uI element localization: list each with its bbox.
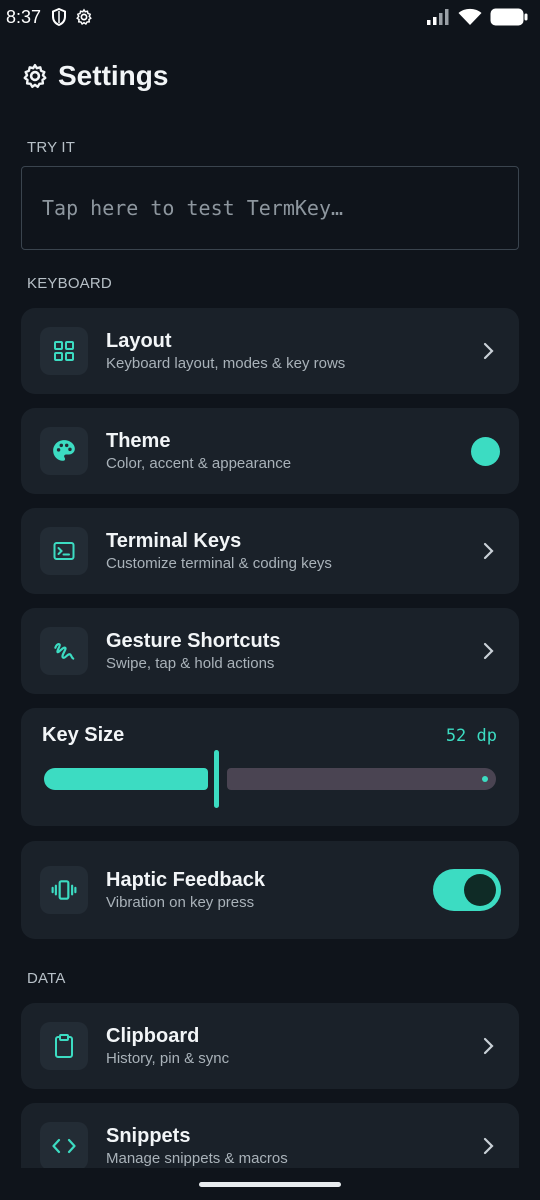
- accent-color-swatch: [471, 436, 500, 466]
- terminal-icon: [53, 542, 75, 560]
- gesture-icon: [54, 643, 75, 660]
- settings-item-terminal-keys[interactable]: Terminal Keys Customize terminal & codin…: [21, 508, 519, 594]
- settings-item-clipboard[interactable]: Clipboard History, pin & sync: [21, 1003, 519, 1089]
- signal-icon: [427, 9, 449, 25]
- chevron-right-icon: [483, 1037, 494, 1055]
- layout-subtitle: Keyboard layout, modes & key rows: [106, 355, 346, 372]
- terminal-keys-title: Terminal Keys: [106, 530, 242, 552]
- section-label-data: DATA: [27, 970, 66, 987]
- slider-stop-indicator: [482, 776, 488, 782]
- test-input[interactable]: [21, 166, 519, 250]
- toggle-knob: [464, 874, 496, 906]
- status-bar: 8:37: [0, 0, 540, 34]
- layout-title: Layout: [106, 330, 172, 352]
- vibration-icon: [51, 880, 77, 900]
- settings-item-haptic-feedback[interactable]: Haptic Feedback Vibration on key press: [21, 841, 519, 939]
- clipboard-title: Clipboard: [106, 1025, 200, 1047]
- snippets-subtitle: Manage snippets & macros: [106, 1150, 288, 1167]
- slider-inactive-track: [227, 768, 496, 790]
- grid-icon: [54, 341, 74, 361]
- chevron-right-icon: [483, 642, 494, 660]
- gear-icon: [76, 8, 92, 26]
- terminal-keys-subtitle: Customize terminal & coding keys: [106, 555, 332, 572]
- chevron-right-icon: [483, 342, 494, 360]
- section-label-try-it: TRY IT: [27, 139, 76, 156]
- gesture-shortcuts-subtitle: Swipe, tap & hold actions: [106, 655, 275, 672]
- battery-icon: [490, 8, 528, 26]
- page-header: Settings: [22, 56, 168, 96]
- slider-handle[interactable]: [214, 750, 219, 808]
- shield-icon: [52, 8, 67, 26]
- haptic-feedback-toggle[interactable]: [433, 869, 501, 911]
- code-icon: [52, 1138, 76, 1154]
- chevron-right-icon: [483, 542, 494, 560]
- gear-icon: [23, 63, 47, 89]
- section-label-keyboard: KEYBOARD: [27, 275, 112, 292]
- page-title: Settings: [58, 60, 169, 91]
- key-size-card: Key Size 52 dp: [21, 708, 519, 826]
- key-size-slider[interactable]: [44, 750, 496, 808]
- chevron-right-icon: [483, 1137, 494, 1155]
- gesture-shortcuts-title: Gesture Shortcuts: [106, 630, 281, 652]
- theme-title: Theme: [106, 430, 171, 452]
- home-indicator[interactable]: [199, 1182, 341, 1187]
- settings-item-layout[interactable]: Layout Keyboard layout, modes & key rows: [21, 308, 519, 394]
- clipboard-subtitle: History, pin & sync: [106, 1050, 230, 1067]
- status-time: 8:37: [6, 6, 42, 27]
- snippets-title: Snippets: [106, 1125, 191, 1147]
- theme-subtitle: Color, accent & appearance: [106, 455, 292, 472]
- haptic-feedback-subtitle: Vibration on key press: [106, 894, 255, 911]
- wifi-icon: [458, 8, 482, 25]
- haptic-feedback-title: Haptic Feedback: [106, 869, 265, 891]
- palette-icon: [53, 440, 75, 461]
- settings-item-theme[interactable]: Theme Color, accent & appearance: [21, 408, 519, 494]
- clipboard-icon: [55, 1034, 73, 1058]
- key-size-value: 52 dp: [445, 726, 497, 746]
- key-size-title: Key Size: [42, 724, 125, 746]
- slider-fill: [44, 768, 208, 790]
- settings-item-gesture-shortcuts[interactable]: Gesture Shortcuts Swipe, tap & hold acti…: [21, 608, 519, 694]
